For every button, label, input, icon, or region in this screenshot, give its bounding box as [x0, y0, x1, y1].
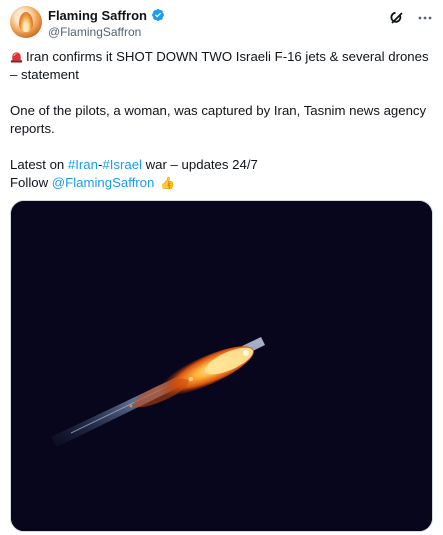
tweet-line-pilot: One of the pilots, a woman, was captured… [10, 103, 427, 136]
thumbs-up-emoji: 👍 [160, 176, 175, 190]
latest-prefix: Latest on [10, 157, 68, 172]
author-handle[interactable]: @FlamingSaffron [48, 25, 165, 39]
mention-link[interactable]: @FlamingSaffron [52, 175, 155, 190]
follow-prefix: Follow [10, 175, 52, 190]
display-name[interactable]: Flaming Saffron [48, 8, 147, 23]
headline-text: Iran confirms it SHOT DOWN TWO Israeli F… [10, 49, 429, 82]
verified-badge-icon[interactable] [151, 8, 165, 22]
tweet-line-latest: Latest on #Iran-#Israel war – updates 24… [10, 156, 435, 174]
author-names: Flaming Saffron @FlamingSaffron [48, 7, 165, 39]
tweet-line-headline: Iran confirms it SHOT DOWN TWO Israeli F… [10, 48, 435, 84]
hashtag-israel-link[interactable]: #Israel [102, 157, 142, 172]
siren-emoji-icon [10, 50, 23, 63]
tweet-media-image[interactable] [10, 200, 433, 532]
latest-suffix: war – updates 24/7 [141, 157, 258, 172]
tweet-header: Flaming Saffron @FlamingSaffron [10, 6, 435, 40]
header-actions [389, 10, 433, 26]
hashtag-iran-link[interactable]: #Iran [68, 157, 98, 172]
avatar[interactable] [10, 6, 42, 38]
display-name-row: Flaming Saffron [48, 7, 165, 23]
grok-icon[interactable] [389, 10, 405, 26]
flame-avatar-icon [19, 12, 33, 32]
more-options-icon[interactable] [417, 10, 433, 26]
tweet[interactable]: Flaming Saffron @FlamingSaffron Iran con… [0, 0, 443, 535]
tweet-line-follow: Follow @FlamingSaffron 👍 [10, 174, 435, 192]
night-sky-burning-aircraft-image [11, 201, 432, 531]
tweet-text: Iran confirms it SHOT DOWN TWO Israeli F… [10, 48, 435, 192]
